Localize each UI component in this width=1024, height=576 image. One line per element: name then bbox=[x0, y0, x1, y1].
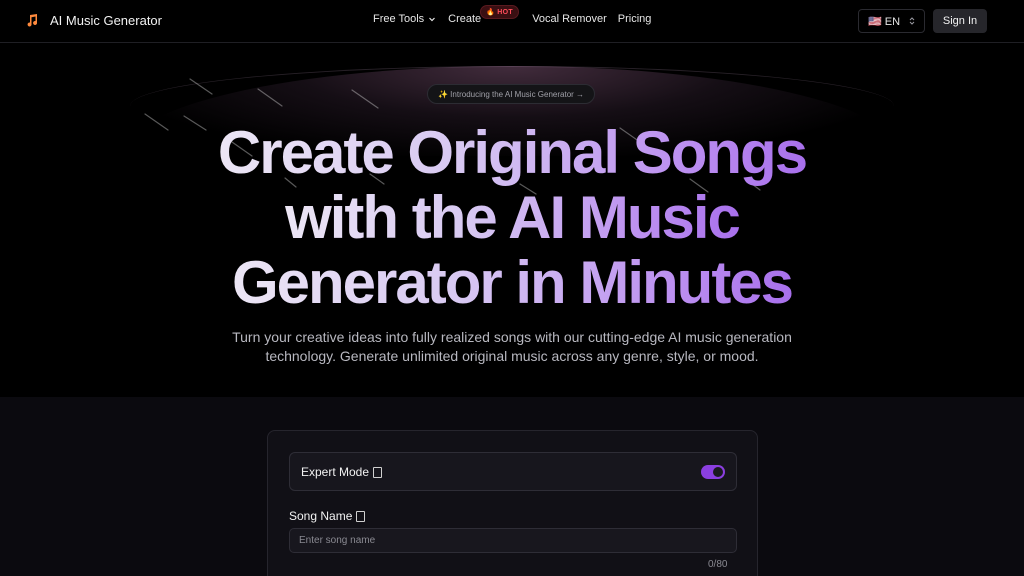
top-navigation-bar: AI Music Generator Free Tools Create Voc… bbox=[0, 0, 1024, 43]
expert-mode-toggle[interactable] bbox=[701, 465, 725, 479]
generator-section: Expert Mode Song Name 0/80 bbox=[0, 397, 1024, 576]
hero-headline: Create Original Songs with the AI Music … bbox=[160, 120, 864, 315]
song-name-label: Song Name bbox=[289, 509, 353, 523]
nav-free-tools-label: Free Tools bbox=[373, 13, 425, 25]
info-icon[interactable] bbox=[373, 466, 383, 478]
language-value: 🇺🇸 EN bbox=[868, 15, 901, 28]
nav-pricing[interactable]: Pricing bbox=[618, 13, 652, 25]
nav-pricing-label: Pricing bbox=[617, 13, 652, 25]
headline-line-3: Generator in Minutes bbox=[231, 249, 794, 316]
chevron-down-icon bbox=[429, 17, 436, 22]
toggle-knob bbox=[713, 467, 723, 477]
headline-line-2: with the AI Music bbox=[285, 184, 741, 251]
info-icon[interactable] bbox=[356, 510, 366, 522]
expert-mode-label-group: Expert Mode bbox=[301, 465, 383, 479]
intro-announcement-pill[interactable]: ✨ Introducing the AI Music Generator → bbox=[427, 84, 596, 104]
brand-link[interactable]: AI Music Generator bbox=[24, 12, 162, 28]
sign-in-button[interactable]: Sign In bbox=[933, 9, 987, 33]
nav-create[interactable]: Create bbox=[448, 13, 481, 25]
chevron-up-down-icon bbox=[909, 17, 915, 25]
expert-mode-row: Expert Mode bbox=[289, 452, 737, 491]
hero-section: ✨ Introducing the AI Music Generator → C… bbox=[0, 44, 1024, 397]
generator-form-card: Expert Mode Song Name 0/80 bbox=[267, 430, 758, 576]
language-select[interactable]: 🇺🇸 EN bbox=[858, 9, 925, 33]
expert-mode-label: Expert Mode bbox=[301, 465, 370, 479]
song-name-input[interactable] bbox=[289, 528, 737, 553]
song-name-label-group: Song Name bbox=[289, 509, 366, 523]
nav-vocal-remover[interactable]: Vocal Remover bbox=[532, 13, 607, 25]
headline-line-1: Create Original Songs bbox=[217, 119, 808, 186]
nav-vocal-remover-label: Vocal Remover bbox=[532, 13, 607, 25]
nav-create-label: Create bbox=[448, 13, 482, 25]
brand-name: AI Music Generator bbox=[50, 12, 162, 28]
hero-subtitle: Turn your creative ideas into fully real… bbox=[232, 329, 792, 364]
song-name-char-counter: 0/80 bbox=[708, 559, 728, 570]
hot-badge: 🔥 HOT bbox=[480, 5, 519, 19]
music-note-icon bbox=[24, 12, 40, 28]
nav-free-tools[interactable]: Free Tools bbox=[373, 13, 436, 25]
